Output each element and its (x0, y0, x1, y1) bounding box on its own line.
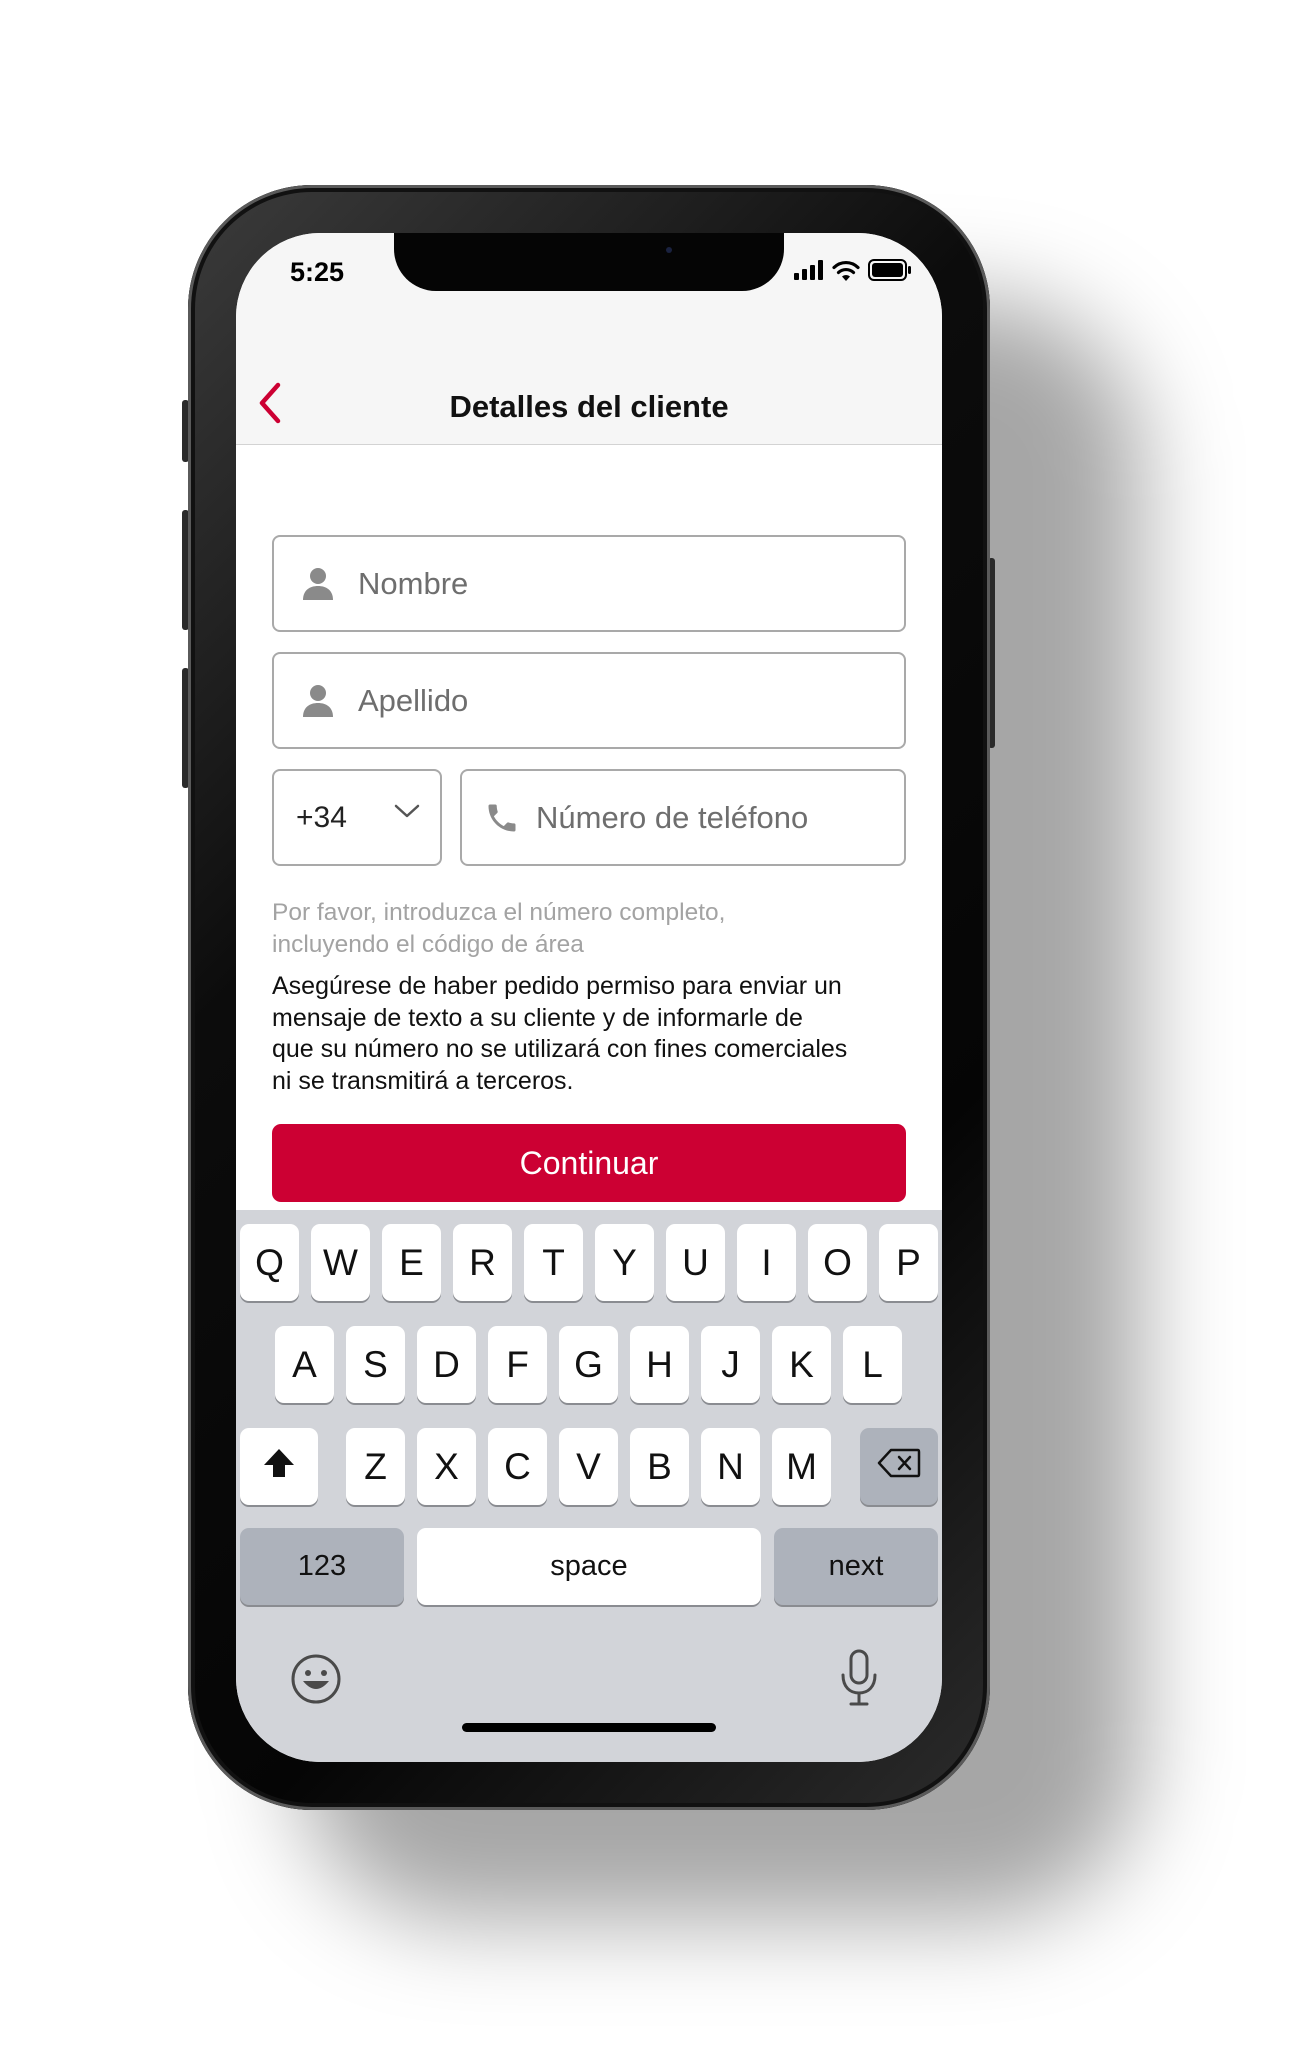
first-name-placeholder: Nombre (358, 565, 469, 601)
phone-icon (484, 800, 520, 836)
keyboard: Q W E R T Y U I O P A S D F G H J K L Z … (236, 1210, 942, 1762)
shift-key[interactable] (240, 1428, 318, 1505)
phone-screen: 5:25 Detalles del cliente Nombre Apellid… (236, 233, 942, 1762)
key-r[interactable]: R (453, 1224, 512, 1301)
page-title: Detalles del cliente (449, 389, 729, 424)
numbers-key[interactable]: 123 (240, 1528, 404, 1605)
notice-line: mensaje de texto a su cliente y de infor… (272, 1003, 803, 1032)
navigation-bar: Detalles del cliente (236, 313, 942, 445)
key-g[interactable]: G (559, 1326, 618, 1403)
key-d[interactable]: D (417, 1326, 476, 1403)
next-key[interactable]: next (774, 1528, 938, 1605)
consent-notice: Asegúrese de haber pedido permiso para e… (272, 971, 922, 1097)
phone-hint: Por favor, introduzca el número completo… (272, 897, 912, 961)
key-v[interactable]: V (559, 1428, 618, 1505)
phone-frame: 5:25 Detalles del cliente Nombre Apellid… (188, 185, 990, 1810)
country-code-select[interactable]: +34 (272, 769, 442, 866)
notice-line: que su número no se utilizará con fines … (272, 1035, 848, 1063)
chevron-down-icon (394, 803, 420, 824)
phone-number-field[interactable]: Número de teléfono (460, 769, 906, 866)
key-j[interactable]: J (701, 1326, 760, 1403)
key-e[interactable]: E (382, 1224, 441, 1301)
key-y[interactable]: Y (595, 1224, 654, 1301)
key-u[interactable]: U (666, 1224, 725, 1301)
status-time: 5:25 (290, 257, 345, 287)
continue-button[interactable]: Continuar (272, 1124, 906, 1202)
key-i[interactable]: I (737, 1224, 796, 1301)
key-a[interactable]: A (275, 1326, 334, 1403)
key-z[interactable]: Z (346, 1428, 405, 1505)
notice-line: Asegúrese de haber pedido permiso para e… (272, 972, 842, 1000)
backspace-icon (877, 1448, 921, 1486)
key-m[interactable]: M (772, 1428, 831, 1505)
person-icon (300, 683, 336, 719)
person-icon (300, 566, 336, 602)
battery-icon (868, 259, 912, 286)
key-h[interactable]: H (630, 1326, 689, 1403)
delete-key[interactable] (860, 1428, 938, 1505)
hint-line: incluyendo el código de área (272, 931, 584, 958)
key-b[interactable]: B (630, 1428, 689, 1505)
country-code-value: +34 (296, 800, 347, 834)
last-name-placeholder: Apellido (358, 682, 469, 718)
status-icons (794, 259, 912, 286)
shift-icon (262, 1446, 296, 1488)
key-s[interactable]: S (346, 1326, 405, 1403)
key-n[interactable]: N (701, 1428, 760, 1505)
space-key[interactable]: space (417, 1528, 761, 1605)
emoji-icon[interactable] (290, 1653, 342, 1710)
key-q[interactable]: Q (240, 1224, 299, 1301)
key-k[interactable]: K (772, 1326, 831, 1403)
key-o[interactable]: O (808, 1224, 867, 1301)
last-name-field[interactable]: Apellido (272, 652, 906, 749)
key-w[interactable]: W (311, 1224, 370, 1301)
first-name-field[interactable]: Nombre (272, 535, 906, 632)
cellular-signal-icon (794, 260, 824, 285)
microphone-icon[interactable] (840, 1649, 878, 1712)
front-camera (666, 247, 672, 253)
notice-line: ni se transmitirá a terceros. (272, 1066, 574, 1095)
wifi-icon (832, 260, 860, 286)
notch (394, 233, 784, 291)
key-l[interactable]: L (843, 1326, 902, 1403)
home-indicator (462, 1723, 716, 1732)
hint-line: Por favor, introduzca el número completo… (272, 899, 726, 926)
phone-number-placeholder: Número de teléfono (536, 799, 809, 835)
key-f[interactable]: F (488, 1326, 547, 1403)
key-x[interactable]: X (417, 1428, 476, 1505)
key-c[interactable]: C (488, 1428, 547, 1505)
key-p[interactable]: P (879, 1224, 938, 1301)
key-t[interactable]: T (524, 1224, 583, 1301)
